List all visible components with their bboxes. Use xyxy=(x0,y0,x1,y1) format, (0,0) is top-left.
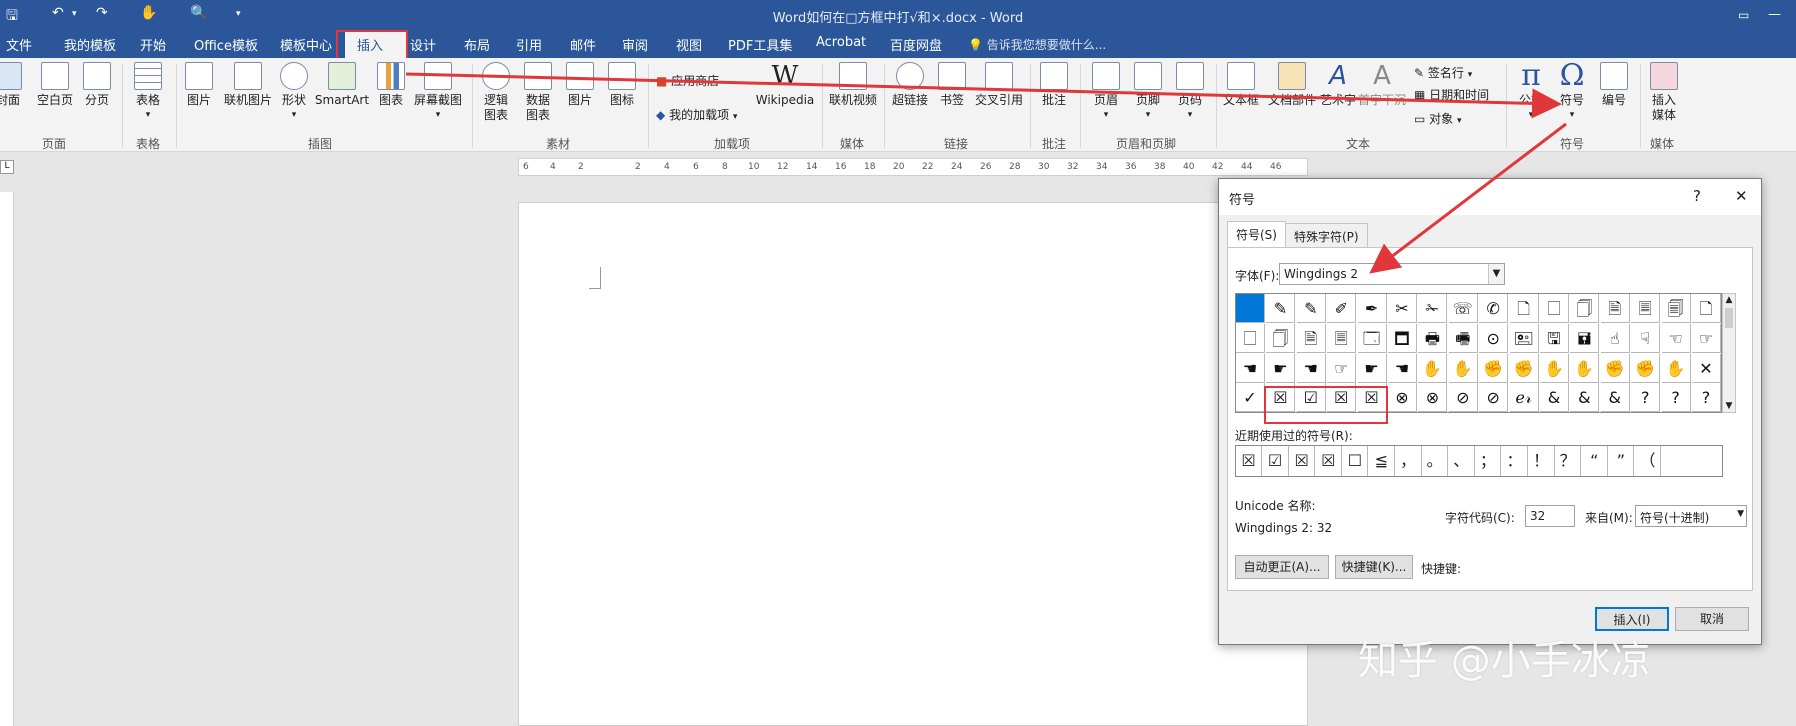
arrow-insert-to-symbol xyxy=(405,72,1562,119)
watermark: 知乎 @小手冰凉 xyxy=(1358,638,1651,684)
arrow-symbol-to-font xyxy=(1369,122,1567,274)
annotation-arrows xyxy=(405,72,1567,274)
word-window: 🖫 ↶ ▾ ↷ ✋ 🔍 ▾ Word如何在□方框中打√和×.docx - Wor… xyxy=(0,0,1796,726)
